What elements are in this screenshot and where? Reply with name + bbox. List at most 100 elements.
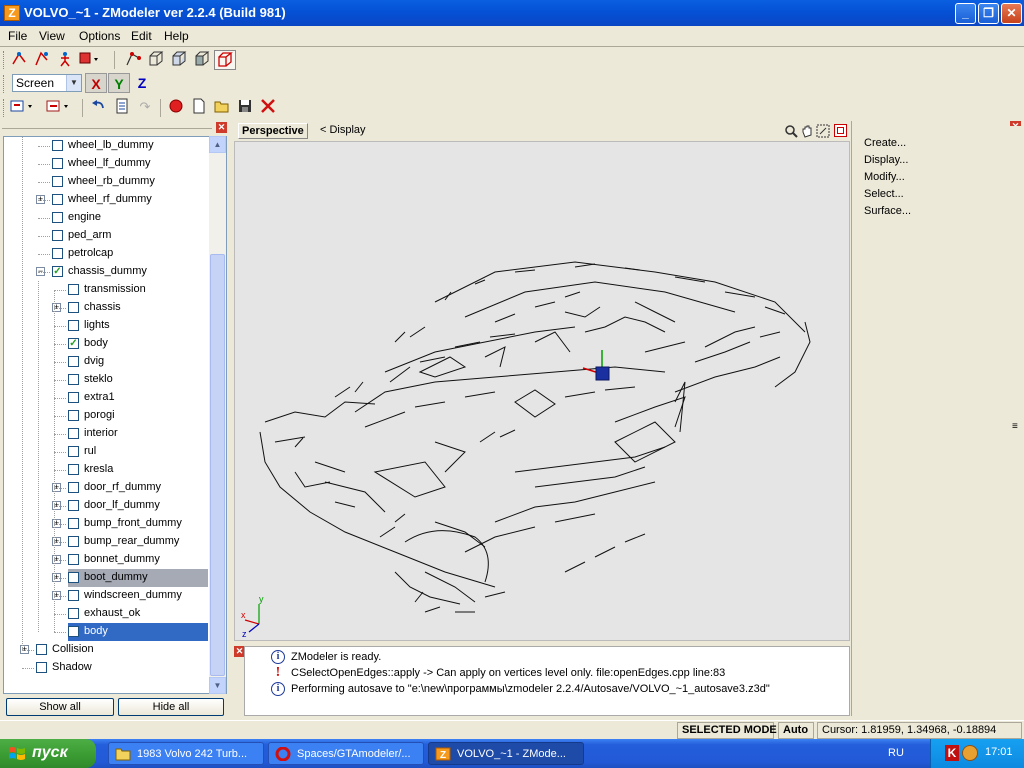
visibility-checkbox[interactable] xyxy=(52,212,63,223)
pan-hand-icon[interactable] xyxy=(800,124,814,138)
undo-icon[interactable] xyxy=(88,97,110,117)
redo-icon[interactable]: ↷ xyxy=(134,97,156,117)
close-button[interactable]: ✕ xyxy=(1001,3,1022,24)
visibility-checkbox[interactable] xyxy=(52,248,63,259)
coordinate-system-select[interactable]: Screen ▼ xyxy=(12,74,82,92)
visibility-checkbox[interactable] xyxy=(68,428,79,439)
select-group-icon[interactable] xyxy=(31,50,53,70)
modify-menu[interactable]: Modify... xyxy=(864,171,905,183)
tree-scrollbar[interactable]: ▲ ▼ xyxy=(209,136,226,694)
kaspersky-icon[interactable]: K xyxy=(945,745,959,761)
visibility-checkbox[interactable] xyxy=(52,158,63,169)
visibility-checkbox[interactable] xyxy=(68,320,79,331)
select-menu[interactable]: Select... xyxy=(864,188,904,200)
visibility-checkbox[interactable] xyxy=(36,662,47,673)
delete-icon[interactable] xyxy=(257,97,279,117)
rotate-view-icon[interactable] xyxy=(816,124,830,138)
object-level-icon[interactable] xyxy=(191,50,213,70)
hierarchy-tree[interactable]: wheel_lb_dummy wheel_lf_dummy wheel_rb_dum… xyxy=(3,136,227,694)
minimize-button[interactable]: _ xyxy=(955,3,976,24)
visibility-checkbox[interactable] xyxy=(68,554,79,565)
import-icon[interactable] xyxy=(8,97,32,117)
visibility-checkbox[interactable]: ✓ xyxy=(68,338,79,349)
select-mode-dropdown-icon[interactable] xyxy=(77,50,99,70)
undo-list-icon[interactable] xyxy=(111,97,133,117)
visibility-checkbox[interactable] xyxy=(68,518,79,529)
visibility-checkbox[interactable]: ✓ xyxy=(52,266,63,277)
visibility-checkbox[interactable] xyxy=(68,500,79,511)
maximize-button[interactable]: ❐ xyxy=(978,3,999,24)
zmodeler-app-icon[interactable]: Z xyxy=(4,5,20,21)
show-all-button[interactable]: Show all xyxy=(6,698,114,716)
surface-menu[interactable]: Surface... xyxy=(864,205,911,217)
menu-help[interactable]: Help xyxy=(164,29,189,43)
export-icon[interactable] xyxy=(44,97,68,117)
tray-app-icon[interactable] xyxy=(962,745,978,761)
chevron-down-icon[interactable]: ▼ xyxy=(66,75,81,91)
menu-options[interactable]: Options xyxy=(79,29,120,43)
hide-all-button[interactable]: Hide all xyxy=(118,698,224,716)
scroll-thumb[interactable] xyxy=(210,254,225,676)
tree-item[interactable]: body xyxy=(68,623,208,641)
auto-status[interactable]: Auto xyxy=(778,722,814,739)
menu-view[interactable]: View xyxy=(39,29,65,43)
visibility-checkbox[interactable] xyxy=(68,536,79,547)
log-panel[interactable]: i ZModeler is ready.! CSelectOpenEdges::ap… xyxy=(244,646,850,716)
visibility-checkbox[interactable] xyxy=(68,590,79,601)
menu-file[interactable]: File xyxy=(8,29,27,43)
visibility-checkbox[interactable] xyxy=(52,194,63,205)
taskbar-item-folder[interactable]: 1983 Volvo 242 Turb... xyxy=(108,742,264,765)
face-level-icon[interactable] xyxy=(168,50,190,70)
create-menu[interactable]: Create... xyxy=(864,137,906,149)
panel-splitter-icon[interactable]: ≡ xyxy=(1012,421,1018,432)
taskbar-item-zmodeler[interactable]: Z VOLVO_~1 - ZMode... xyxy=(428,742,584,765)
3d-viewport[interactable]: x y z xyxy=(234,141,850,641)
toolbar-grip[interactable] xyxy=(3,75,6,93)
new-file-icon[interactable] xyxy=(188,97,210,117)
language-indicator[interactable]: RU xyxy=(888,747,904,759)
visibility-checkbox[interactable] xyxy=(68,284,79,295)
scroll-up-icon[interactable]: ▲ xyxy=(209,136,226,153)
toolbar-grip[interactable] xyxy=(3,99,6,117)
edge-level-icon[interactable] xyxy=(145,50,167,70)
visibility-checkbox[interactable] xyxy=(68,464,79,475)
display-menu[interactable]: < Display xyxy=(320,124,366,136)
display-menu-command[interactable]: Display... xyxy=(864,154,908,166)
axis-y-button[interactable]: Y xyxy=(108,73,130,93)
record-icon[interactable] xyxy=(165,97,187,117)
close-hierarchy-panel-icon[interactable]: ✕ xyxy=(216,122,227,133)
toolbar-grip[interactable] xyxy=(3,51,6,69)
scroll-down-icon[interactable]: ▼ xyxy=(209,677,226,694)
visibility-checkbox[interactable] xyxy=(68,446,79,457)
tree-item[interactable]: + boot_dummy xyxy=(52,569,208,587)
menu-edit[interactable]: Edit xyxy=(131,29,152,43)
save-icon[interactable] xyxy=(234,97,256,117)
visibility-checkbox[interactable] xyxy=(68,482,79,493)
visibility-checkbox[interactable] xyxy=(52,140,63,151)
axis-x-button[interactable]: X xyxy=(85,73,107,93)
zoom-icon[interactable] xyxy=(784,124,798,138)
visibility-checkbox[interactable] xyxy=(52,230,63,241)
visibility-checkbox[interactable] xyxy=(68,392,79,403)
panel-divider[interactable] xyxy=(851,121,852,716)
visibility-checkbox[interactable] xyxy=(68,608,79,619)
vertex-level-icon[interactable] xyxy=(122,50,144,70)
maximize-viewport-icon[interactable] xyxy=(834,124,847,137)
title-bar[interactable]: Z VOLVO_~1 - ZModeler ver 2.2.4 (Build 9… xyxy=(0,0,1024,26)
start-button[interactable]: пуск xyxy=(0,739,96,768)
select-object-icon[interactable] xyxy=(54,50,76,70)
visibility-checkbox[interactable] xyxy=(68,572,79,583)
visibility-checkbox[interactable] xyxy=(68,374,79,385)
view-name-tab[interactable]: Perspective xyxy=(238,123,308,139)
open-folder-icon[interactable] xyxy=(211,97,233,117)
open-edges-icon[interactable] xyxy=(214,50,236,70)
visibility-checkbox[interactable] xyxy=(68,410,79,421)
visibility-checkbox[interactable] xyxy=(68,626,79,637)
taskbar-item-browser[interactable]: Spaces/GTAmodeler/... xyxy=(268,742,424,765)
visibility-checkbox[interactable] xyxy=(68,302,79,313)
select-vertex-icon[interactable] xyxy=(8,50,30,70)
axis-z-button[interactable]: Z xyxy=(131,73,153,93)
visibility-checkbox[interactable] xyxy=(52,176,63,187)
visibility-checkbox[interactable] xyxy=(68,356,79,367)
visibility-checkbox[interactable] xyxy=(36,644,47,655)
